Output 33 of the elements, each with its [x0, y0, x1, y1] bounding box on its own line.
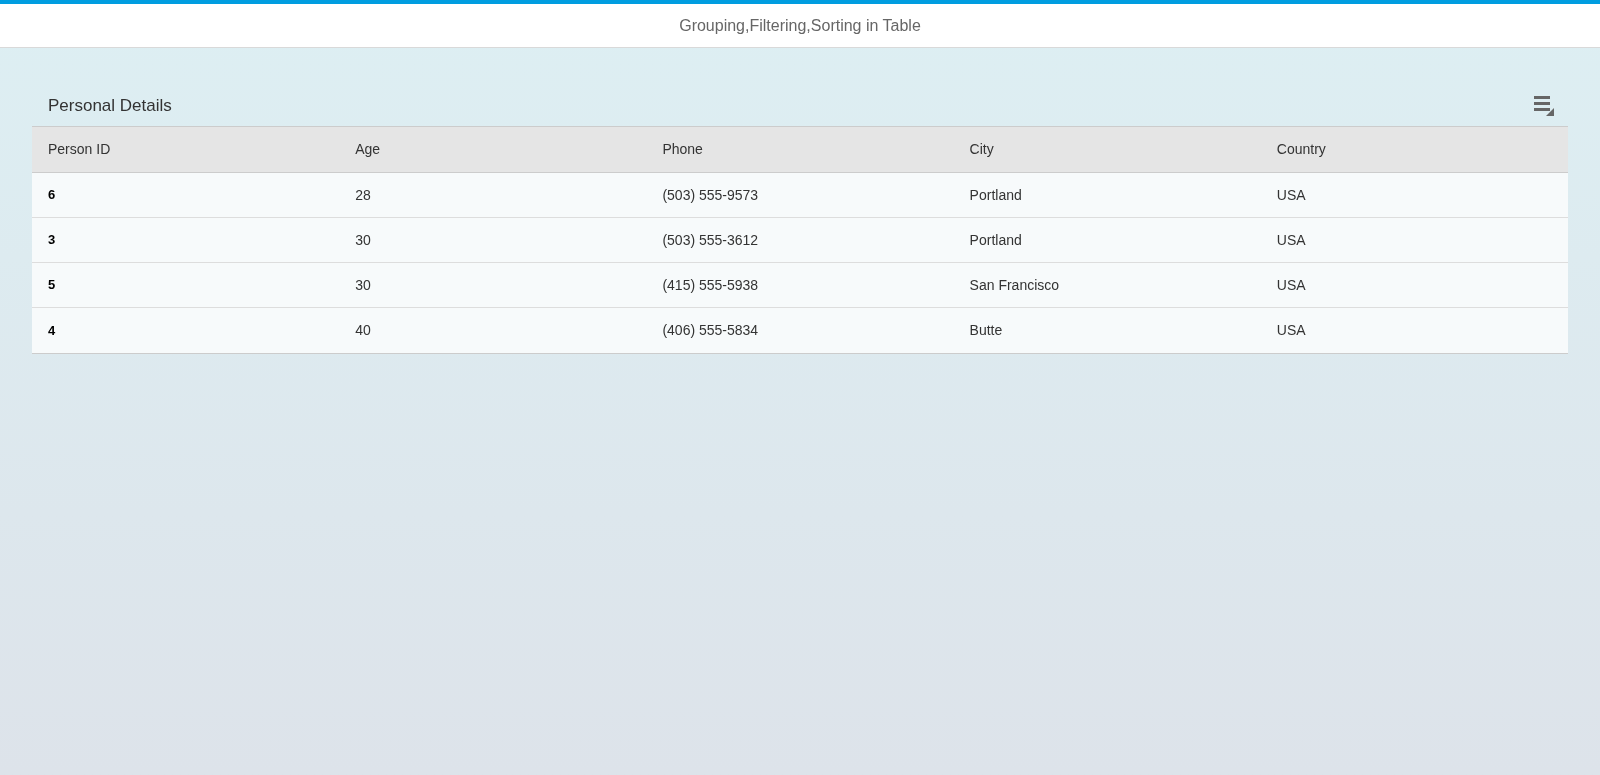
table-row[interactable]: 5 30 (415) 555-5938 San Francisco USA: [32, 263, 1568, 308]
table-cell-text: (406) 555-5834: [662, 321, 759, 340]
table-cell-text: USA: [1276, 230, 1306, 250]
table-title: Personal Details: [48, 95, 172, 118]
table-cell-text: 40: [355, 321, 371, 340]
menu-settings-icon: [1533, 95, 1555, 117]
page-title: Grouping,Filtering,Sorting in Table: [679, 15, 921, 36]
table-cell-text: Portland: [969, 230, 1022, 250]
column-header[interactable]: Country: [1276, 139, 1326, 160]
table-cell-text: Portland: [969, 185, 1022, 205]
table-cell-text: Butte: [969, 321, 1003, 340]
table-cell-text: (415) 555-5938: [662, 275, 759, 295]
table-cell-text: 5: [48, 276, 56, 295]
table-cell-text: 30: [355, 230, 371, 250]
table-settings-button[interactable]: [1532, 94, 1556, 118]
table-row[interactable]: 3 30 (503) 555-3612 Portland USA: [32, 218, 1568, 263]
table-cell-text: USA: [1276, 321, 1306, 340]
table-cell-text: 6: [48, 186, 56, 205]
column-header[interactable]: Person ID: [48, 139, 111, 160]
table-cell-text: 4: [48, 321, 56, 340]
table-cell-text: San Francisco: [969, 275, 1060, 295]
table-cell-text: 28: [355, 185, 371, 205]
table-cell-text: 30: [355, 275, 371, 295]
table-cell-text: (503) 555-3612: [662, 230, 759, 250]
column-header[interactable]: City: [969, 139, 994, 160]
table-cell-text: USA: [1276, 275, 1306, 295]
column-header[interactable]: Age: [355, 139, 381, 160]
table-cell-text: 3: [48, 231, 56, 250]
table-row[interactable]: 6 28 (503) 555-9573 Portland USA: [32, 173, 1568, 218]
table-cell-text: USA: [1276, 185, 1306, 205]
table-cell-text: (503) 555-9573: [662, 185, 759, 205]
column-header[interactable]: Phone: [662, 139, 703, 160]
table-row[interactable]: 4 40 (406) 555-5834 Butte USA: [32, 308, 1568, 353]
